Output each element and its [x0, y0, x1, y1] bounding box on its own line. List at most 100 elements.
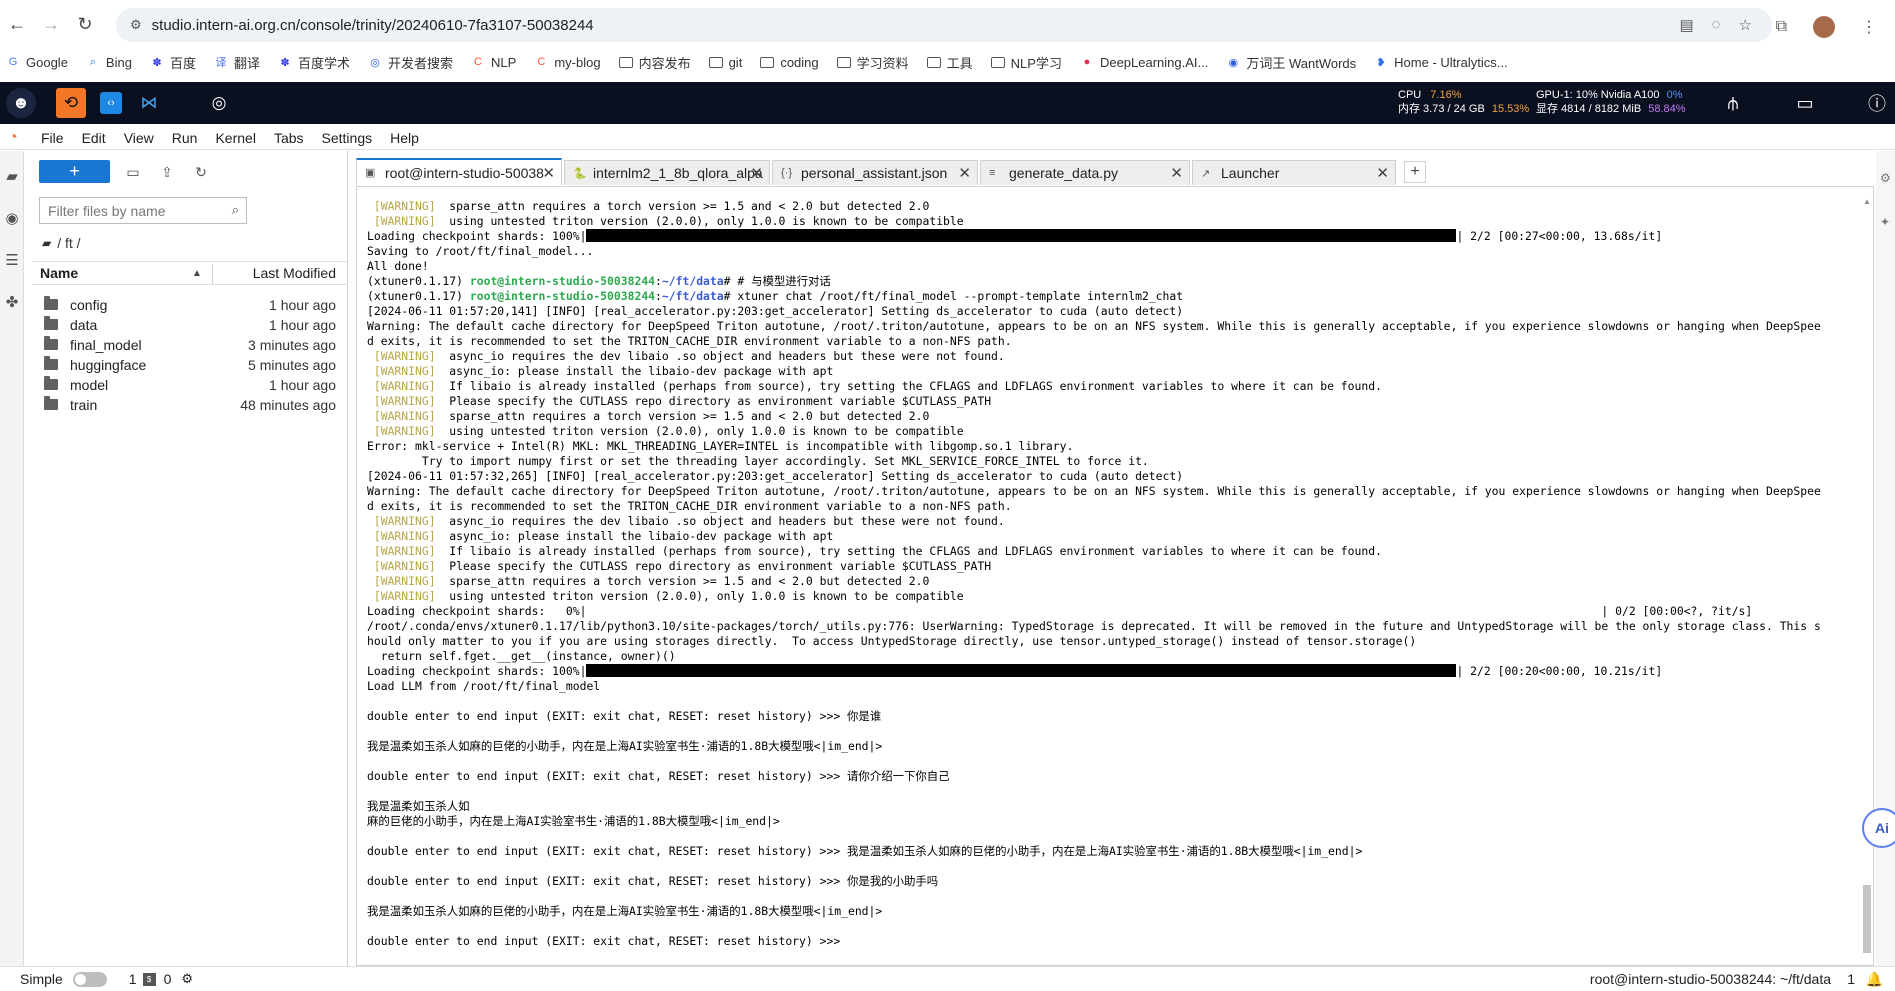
intern-logo-icon[interactable]: ☻	[6, 88, 36, 118]
bookmark-label[interactable]: 翻译	[234, 53, 260, 72]
url-text[interactable]: studio.intern-ai.org.cn/console/trinity/…	[152, 17, 594, 34]
tab-2[interactable]: 🐍 internlm2_1_8b_qlora_alpa ✕	[564, 160, 770, 185]
terminal-output[interactable]: [WARNING] sparse_attn requires a torch v…	[367, 199, 1855, 949]
bookmark-item[interactable]: ⌕ Bing	[86, 55, 132, 70]
new-launcher-button[interactable]: +	[39, 160, 110, 183]
reading-mode-icon[interactable]: ▤	[1679, 16, 1693, 34]
tab-3[interactable]: {·} personal_assistant.json ✕	[772, 160, 978, 185]
bookmark-item[interactable]: ✽ 百度	[150, 53, 196, 72]
bookmark-item[interactable]: 工具	[926, 53, 973, 72]
new-folder-icon[interactable]: ▭	[122, 161, 144, 183]
tab-label[interactable]: internlm2_1_8b_qlora_alpa	[593, 165, 763, 181]
file-name[interactable]: huggingface	[70, 357, 146, 373]
jupyter-icon[interactable]: ⟲	[56, 88, 86, 118]
bookmark-label[interactable]: 工具	[947, 53, 973, 72]
bookmark-label[interactable]: 学习资料	[857, 53, 909, 72]
menu-file[interactable]: File	[32, 130, 73, 146]
bookmark-label[interactable]: 百度学术	[298, 53, 350, 72]
info-icon[interactable]: ⓘ	[1864, 90, 1890, 116]
bookmark-item[interactable]: Cmy-blog	[534, 55, 600, 70]
bookmark-label[interactable]: 百度	[170, 53, 196, 72]
bookmark-star-icon[interactable]: ☆	[1739, 16, 1752, 34]
close-icon[interactable]: ✕	[542, 164, 555, 182]
bookmark-item[interactable]: ◎ 开发者搜索	[368, 53, 453, 72]
avatar[interactable]	[1813, 16, 1835, 38]
bookmark-item[interactable]: 译翻译	[214, 53, 260, 72]
back-icon[interactable]: ←	[0, 7, 34, 41]
file-name[interactable]: config	[70, 297, 107, 313]
menu-run[interactable]: Run	[163, 130, 207, 146]
address-bar[interactable]: ⚙ studio.intern-ai.org.cn/console/trinit…	[116, 8, 1772, 42]
extensions-icon[interactable]: ⧉	[1776, 18, 1787, 36]
table-of-contents-icon[interactable]: ☰	[3, 251, 21, 269]
running-kernels-icon[interactable]: ◉	[3, 209, 21, 227]
bookmark-item[interactable]: ● DeepLearning.AI...	[1080, 55, 1209, 70]
file-name[interactable]: final_model	[70, 337, 142, 353]
column-name[interactable]: Name	[40, 265, 78, 281]
tab-label[interactable]: root@intern-studio-50038	[385, 165, 544, 181]
kernel-count[interactable]: 0	[164, 971, 172, 987]
vscode-icon[interactable]: ⋈	[134, 88, 164, 118]
site-info-icon[interactable]: ⚙	[130, 17, 142, 33]
compass-icon[interactable]: ◎	[204, 88, 234, 118]
menu-help[interactable]: Help	[381, 130, 428, 146]
scrollbar-thumb[interactable]	[1863, 885, 1871, 953]
debugger-icon[interactable]: ✦	[1880, 215, 1890, 229]
tab-label[interactable]: Launcher	[1221, 165, 1279, 181]
simple-mode-toggle[interactable]	[72, 971, 107, 987]
bookmark-item[interactable]: ❥ Home - Ultralytics...	[1374, 55, 1508, 70]
folder-icon[interactable]: ▰	[3, 167, 21, 185]
bookmark-item[interactable]: NLP学习	[990, 53, 1062, 72]
upload-icon[interactable]: ⇪	[156, 161, 178, 183]
bookmark-label[interactable]: my-blog	[554, 55, 600, 70]
menu-tabs[interactable]: Tabs	[265, 130, 313, 146]
tab-4[interactable]: ≡ generate_data.py ✕	[980, 160, 1190, 185]
bookmark-label[interactable]: Bing	[106, 55, 132, 70]
refresh-icon[interactable]: ↻	[190, 161, 212, 183]
eye-off-icon[interactable]: ◌	[1712, 16, 1721, 34]
extensions-puzzle-icon[interactable]: ✤	[3, 293, 21, 311]
bookmark-label[interactable]: Home - Ultralytics...	[1394, 55, 1507, 70]
bookmark-label[interactable]: NLP	[491, 55, 516, 70]
terminal-panel[interactable]: [WARNING] sparse_attn requires a torch v…	[356, 186, 1874, 966]
close-icon[interactable]: ✕	[958, 164, 971, 182]
tab-label[interactable]: generate_data.py	[1009, 165, 1118, 181]
file-filter-field[interactable]: ⌕	[39, 197, 247, 224]
notification-count[interactable]: 1	[1847, 971, 1855, 987]
bookmark-label[interactable]: 万词王 WantWords	[1246, 53, 1356, 72]
bell-icon[interactable]: 🔔	[1866, 971, 1883, 988]
more-menu-icon[interactable]: ⋮	[1861, 17, 1877, 37]
bookmark-label[interactable]: Google	[26, 55, 68, 70]
file-row[interactable]: train 48 minutes ago	[32, 393, 348, 417]
bookmark-item[interactable]: git	[708, 55, 742, 70]
column-last-modified[interactable]: Last Modified	[253, 265, 336, 281]
scroll-up-icon[interactable]: ▲	[1863, 197, 1871, 206]
ai-assistant-button[interactable]: Ai	[1862, 808, 1895, 848]
close-icon[interactable]: ✕	[1170, 164, 1183, 182]
bookmark-item[interactable]: ◉ 万词王 WantWords	[1226, 53, 1357, 72]
bookmark-item[interactable]: ✽ 百度学术	[278, 53, 350, 72]
file-name[interactable]: data	[70, 317, 97, 333]
bookmark-label[interactable]: 内容发布	[639, 53, 691, 72]
bookmark-label[interactable]: NLP学习	[1011, 53, 1062, 72]
intern-brand-icon[interactable]: ⫛	[1720, 90, 1746, 116]
menu-view[interactable]: View	[115, 130, 163, 146]
file-name[interactable]: model	[70, 377, 108, 393]
bookmark-item[interactable]: 学习资料	[836, 53, 909, 72]
forward-icon[interactable]: →	[34, 7, 68, 41]
menu-edit[interactable]: Edit	[73, 130, 115, 146]
close-icon[interactable]: ✕	[750, 164, 763, 182]
menu-settings[interactable]: Settings	[313, 130, 382, 146]
reload-icon[interactable]: ↻	[68, 7, 102, 41]
add-tab-button[interactable]: +	[1404, 161, 1426, 183]
bookmark-item[interactable]: G Google	[6, 55, 68, 70]
folder-icon[interactable]: ▰	[42, 236, 51, 250]
terminal-count[interactable]: 1	[129, 971, 137, 987]
tab-5[interactable]: ↗ Launcher ✕	[1192, 160, 1396, 185]
property-inspector-icon[interactable]: ⚙	[1880, 171, 1891, 185]
bookmark-item[interactable]: coding	[760, 55, 819, 70]
tab-label[interactable]: personal_assistant.json	[801, 165, 947, 181]
bookmark-label[interactable]: 开发者搜索	[388, 53, 453, 72]
menu-kernel[interactable]: Kernel	[206, 130, 264, 146]
screen-icon[interactable]: ▭	[1792, 90, 1818, 116]
